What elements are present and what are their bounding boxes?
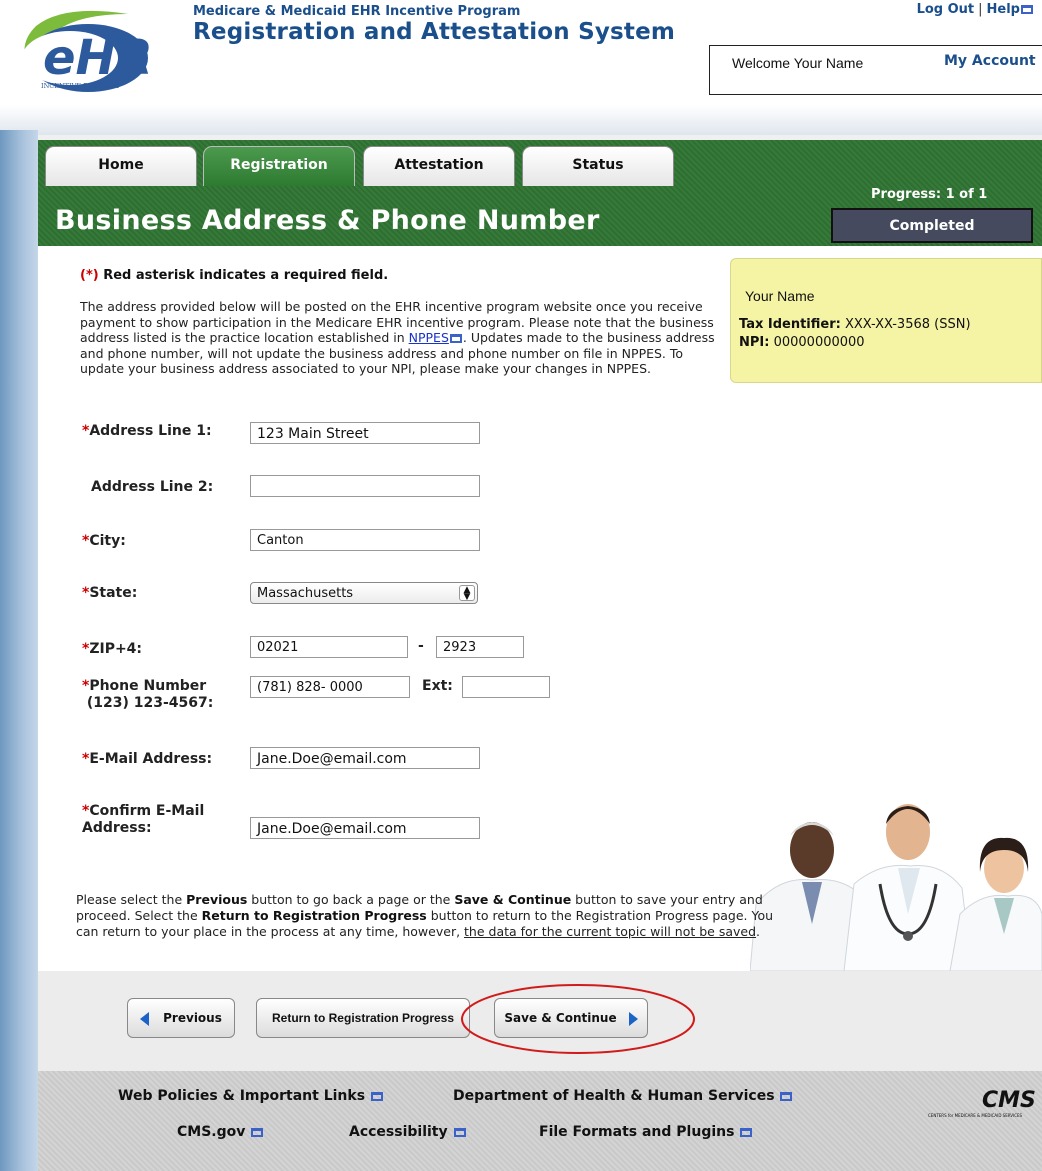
my-account-link[interactable]: My Account — [944, 53, 1036, 69]
arrow-left-icon — [140, 1011, 150, 1026]
system-title: Registration and Attestation System — [193, 19, 676, 45]
footer: Web Policies & Important Links Departmen… — [38, 1071, 1042, 1171]
address2-label: Address Line 2: — [91, 479, 214, 495]
header-gradient — [0, 105, 1042, 135]
doctors-image — [750, 784, 1042, 971]
city-label: *City: — [82, 533, 126, 549]
city-input[interactable]: Canton — [250, 529, 480, 551]
instructions-text: Please select the Previous button to go … — [76, 892, 774, 939]
intro-text: The address provided below will be poste… — [80, 299, 715, 376]
progress-label: Progress: 1 of 1 — [871, 187, 988, 202]
cms-logo-icon: CMS CENTERS for MEDICARE & MEDICAID SERV… — [928, 1088, 1036, 1118]
email-label: *E-Mail Address: — [82, 751, 213, 767]
svg-text:CMS: CMS — [982, 1088, 1036, 1113]
doctors-illustration — [750, 804, 1042, 971]
tax-identifier: Tax Identifier: XXX-XX-3568 (SSN) — [739, 317, 971, 332]
address1-label: *Address Line 1: — [82, 423, 212, 439]
confirm-email-label: *Confirm E-Mail Address: — [82, 803, 205, 836]
address2-input[interactable] — [250, 475, 480, 497]
external-link-icon — [1021, 5, 1033, 14]
button-area: Previous Return to Registration Progress… — [38, 971, 1042, 1071]
npi: NPI: 00000000000 — [739, 335, 865, 350]
external-link-icon — [370, 1092, 383, 1101]
file-formats-link[interactable]: File Formats and Plugins — [539, 1124, 753, 1140]
ext-label: Ext: — [422, 678, 453, 694]
provider-info-box: Your Name Tax Identifier: XXX-XX-3568 (S… — [730, 258, 1042, 383]
confirm-email-input[interactable]: Jane.Doe@email.com — [250, 817, 480, 839]
top-nav: Log Out | Help — [844, 2, 1034, 17]
external-link-icon — [740, 1128, 753, 1137]
svg-text:eHR: eHR — [43, 30, 151, 86]
main-content: (*) Red asterisk indicates a required fi… — [38, 246, 1042, 971]
address1-input[interactable]: 123 Main Street — [250, 422, 480, 444]
select-arrows-icon: ▲ ▼ — [459, 585, 475, 602]
nppes-link[interactable]: NPPES — [409, 330, 449, 345]
provider-name: Your Name — [745, 288, 815, 304]
return-to-registration-button[interactable]: Return to Registration Progress — [256, 998, 470, 1038]
help-link[interactable]: Help — [987, 2, 1020, 17]
accessibility-link[interactable]: Accessibility — [349, 1124, 467, 1140]
zip4-input[interactable]: 2923 — [436, 636, 524, 658]
ehr-logo-icon: eHR INCENTIVE PROGRAM — [22, 10, 151, 92]
tab-home[interactable]: Home — [45, 146, 197, 186]
web-policies-link[interactable]: Web Policies & Important Links — [118, 1088, 384, 1104]
tab-registration[interactable]: Registration — [203, 146, 355, 186]
external-link-icon — [449, 334, 462, 343]
zip-dash: - — [418, 638, 424, 654]
zip-input[interactable]: 02021 — [250, 636, 408, 658]
tab-status[interactable]: Status — [522, 146, 674, 186]
required-note: (*) Red asterisk indicates a required fi… — [80, 268, 389, 283]
logout-link[interactable]: Log Out — [917, 2, 975, 17]
welcome-text: Welcome Your Name — [732, 55, 864, 71]
left-gradient-band — [0, 130, 38, 1171]
program-name: Medicare & Medicaid EHR Incentive Progra… — [193, 4, 521, 19]
svg-text:INCENTIVE PROGRAM: INCENTIVE PROGRAM — [41, 82, 119, 90]
ext-input[interactable] — [462, 676, 550, 698]
hhs-link[interactable]: Department of Health & Human Services — [453, 1088, 793, 1104]
email-input[interactable]: Jane.Doe@email.com — [250, 747, 480, 769]
cms-gov-link[interactable]: CMS.gov — [177, 1124, 264, 1140]
welcome-box: Welcome Your Name My Account — [709, 45, 1042, 95]
phone-input[interactable]: (781) 828- 0000 — [250, 676, 410, 698]
zip-label: *ZIP+4: — [82, 641, 143, 657]
progress-status-badge: Completed — [831, 208, 1033, 243]
svg-text:CENTERS for MEDICARE & MEDICAI: CENTERS for MEDICARE & MEDICAID SERVICES — [928, 1113, 1023, 1118]
phone-label: *Phone Number (123) 123-4567: — [82, 678, 214, 711]
previous-button[interactable]: Previous — [127, 998, 235, 1038]
external-link-icon — [453, 1128, 466, 1137]
state-select[interactable]: Massachusetts ▲ ▼ — [250, 582, 478, 604]
state-label: *State: — [82, 585, 138, 601]
external-link-icon — [251, 1128, 264, 1137]
external-link-icon — [780, 1092, 793, 1101]
page-title: Business Address & Phone Number — [55, 205, 600, 236]
tab-attestation[interactable]: Attestation — [363, 146, 515, 186]
highlight-circle-annotation — [461, 984, 695, 1054]
